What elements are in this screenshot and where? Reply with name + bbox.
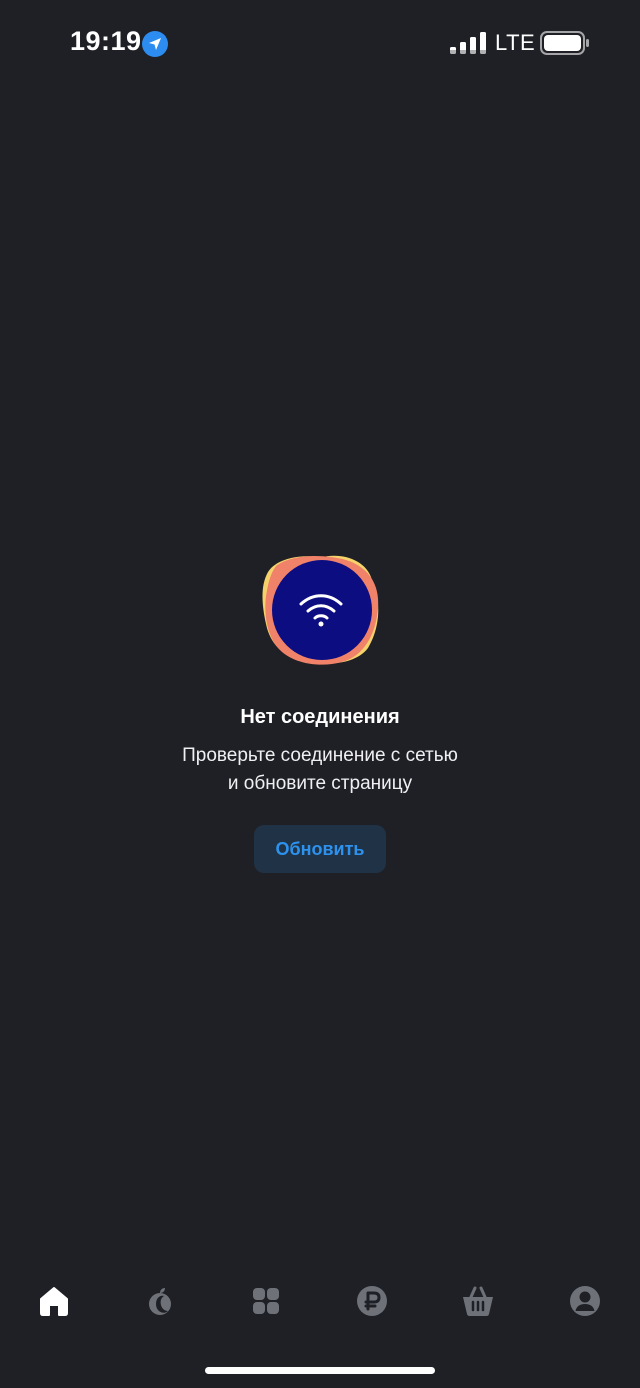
battery-icon xyxy=(540,31,590,55)
tab-profile[interactable] xyxy=(555,1270,615,1332)
catalog-icon xyxy=(253,1288,279,1314)
ruble-icon xyxy=(357,1286,387,1316)
home-indicator[interactable] xyxy=(205,1367,435,1374)
profile-icon xyxy=(570,1286,600,1316)
no-connection-illustration xyxy=(258,552,382,668)
tab-catalog[interactable] xyxy=(236,1270,296,1332)
location-arrow-icon xyxy=(141,30,169,58)
error-message-line-1: Проверьте соединение с сетью xyxy=(182,745,458,766)
tab-products[interactable] xyxy=(130,1270,190,1332)
error-title: Нет соединения xyxy=(240,706,400,728)
status-bar: 19:19 LTE xyxy=(0,0,640,90)
fruit-icon xyxy=(149,1288,171,1315)
network-type-label: LTE xyxy=(495,30,536,55)
tab-home[interactable] xyxy=(24,1270,84,1332)
refresh-button[interactable]: Обновить xyxy=(254,825,386,873)
error-message: Проверьте соединение с сетью и обновите … xyxy=(120,742,520,798)
tab-payments[interactable] xyxy=(342,1270,402,1332)
basket-icon xyxy=(463,1286,493,1316)
status-time: 19:19 xyxy=(70,26,142,56)
tab-bar xyxy=(0,1270,640,1332)
home-icon xyxy=(40,1287,68,1316)
error-message-line-2: и обновите страницу xyxy=(227,773,413,794)
tab-basket[interactable] xyxy=(448,1270,508,1332)
wifi-icon xyxy=(298,592,344,628)
signal-icon xyxy=(450,32,486,54)
